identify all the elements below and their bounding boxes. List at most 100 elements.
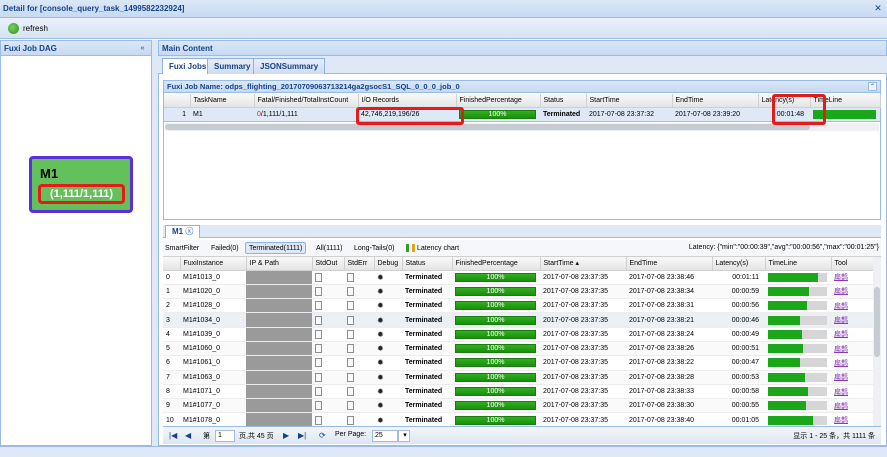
- col-header[interactable]: EndTime: [626, 257, 713, 271]
- table-row[interactable]: 3 M1#1034_0 ✹ Terminated 100% 2017-07-08 23:3…: [163, 312, 873, 328]
- reload-icon[interactable]: ⟳: [319, 431, 326, 440]
- col-header[interactable]: StartTime: [586, 94, 673, 108]
- bug-icon[interactable]: ✹: [377, 273, 384, 282]
- col-header[interactable]: Debug: [374, 257, 403, 271]
- tab-fuxi-jobs[interactable]: Fuxi Jobs: [162, 58, 214, 74]
- collapse-job-icon[interactable]: ⌃: [868, 82, 877, 91]
- tab-json-summary[interactable]: JSONSummary: [253, 58, 326, 74]
- col-header[interactable]: EndTime: [672, 94, 759, 108]
- table-row[interactable]: 0 M1#1013_0 ✹ Terminated 100% 2017-07-08 23:3…: [163, 270, 873, 285]
- filter-long-tails[interactable]: Long-Tails(0): [354, 243, 394, 255]
- bug-icon[interactable]: ✹: [377, 330, 384, 339]
- latency-chart-button[interactable]: Latency chart: [406, 243, 459, 255]
- stdout-icon[interactable]: [315, 315, 322, 325]
- col-header[interactable]: FinishedPercentage: [452, 257, 541, 271]
- col-header[interactable]: TaskName: [190, 94, 255, 108]
- bug-icon[interactable]: ✹: [377, 416, 384, 425]
- vertical-scrollbar[interactable]: [873, 257, 881, 426]
- tool-link[interactable]: 扁鹊: [834, 403, 848, 410]
- table-row[interactable]: 1 M1#1020_0 ✹ Terminated 100% 2017-07-08 23:3…: [163, 284, 873, 300]
- filter-terminated[interactable]: Terminated(1111): [245, 242, 307, 254]
- first-page-icon[interactable]: |◀: [169, 431, 177, 440]
- col-header[interactable]: Tool: [831, 257, 873, 271]
- col-header[interactable]: IP & Path: [246, 257, 313, 271]
- bug-icon[interactable]: ✹: [377, 401, 384, 410]
- col-header[interactable]: I/O Records: [358, 94, 457, 108]
- col-header[interactable]: Status: [540, 94, 587, 108]
- stderr-icon[interactable]: [347, 315, 354, 325]
- stdout-icon[interactable]: [315, 286, 322, 296]
- filter-smart[interactable]: SmartFilter: [165, 243, 199, 255]
- stderr-icon[interactable]: [347, 415, 354, 425]
- table-row[interactable]: 8 M1#1071_0 ✹ Terminated 100% 2017-07-08 23:3…: [163, 384, 873, 400]
- close-icon[interactable]: ✕: [872, 2, 884, 14]
- bug-icon[interactable]: ✹: [377, 301, 384, 310]
- stdout-icon[interactable]: [315, 415, 322, 425]
- filter-failed[interactable]: Failed(0): [211, 243, 239, 255]
- table-row[interactable]: 5 M1#1060_0 ✹ Terminated 100% 2017-07-08 23:3…: [163, 341, 873, 357]
- table-row[interactable]: 2 M1#1028_0 ✹ Terminated 100% 2017-07-08 23:3…: [163, 298, 873, 314]
- tool-link[interactable]: 扁鹊: [834, 346, 848, 353]
- stderr-icon[interactable]: [347, 286, 354, 296]
- col-header[interactable]: StdErr: [344, 257, 375, 271]
- stderr-icon[interactable]: [347, 372, 354, 382]
- stdout-icon[interactable]: [315, 358, 322, 368]
- tool-link[interactable]: 扁鹊: [834, 360, 848, 367]
- col-header[interactable]: StartTime ▴: [540, 257, 627, 271]
- table-row[interactable]: 7 M1#1063_0 ✹ Terminated 100% 2017-07-08 23:3…: [163, 370, 873, 385]
- bug-icon[interactable]: ✹: [377, 373, 384, 382]
- per-page-select[interactable]: 25: [372, 430, 398, 442]
- bug-icon[interactable]: ✹: [377, 316, 384, 325]
- page-input[interactable]: 1: [215, 430, 235, 442]
- tool-link[interactable]: 扁鹊: [834, 317, 848, 324]
- stdout-icon[interactable]: [315, 272, 322, 282]
- bug-icon[interactable]: ✹: [377, 387, 384, 396]
- tool-link[interactable]: 扁鹊: [834, 389, 848, 396]
- stdout-icon[interactable]: [315, 372, 322, 382]
- table-row[interactable]: 6 M1#1061_0 ✹ Terminated 100% 2017-07-08 23:3…: [163, 355, 873, 371]
- stderr-icon[interactable]: [347, 358, 354, 368]
- bug-icon[interactable]: ✹: [377, 344, 384, 353]
- collapse-left-icon[interactable]: «: [138, 44, 147, 53]
- stdout-icon[interactable]: [315, 329, 322, 339]
- tool-link[interactable]: 扁鹊: [834, 331, 848, 338]
- tool-link[interactable]: 扁鹊: [834, 417, 848, 424]
- table-row[interactable]: 9 M1#1077_0 ✹ Terminated 100% 2017-07-08 23:3…: [163, 398, 873, 414]
- last-page-icon[interactable]: ▶|: [298, 431, 306, 440]
- stdout-icon[interactable]: [315, 301, 322, 311]
- stderr-icon[interactable]: [347, 344, 354, 354]
- col-header[interactable]: StdOut: [312, 257, 345, 271]
- col-header[interactable]: Latency(s): [712, 257, 766, 271]
- stdout-icon[interactable]: [315, 344, 322, 354]
- col-header[interactable]: TimeLine: [765, 257, 832, 271]
- tool-link[interactable]: 扁鹊: [834, 274, 848, 281]
- prev-page-icon[interactable]: ◀: [185, 431, 191, 440]
- tool-link[interactable]: 扁鹊: [834, 374, 848, 381]
- stderr-icon[interactable]: [347, 272, 354, 282]
- stdout-icon[interactable]: [315, 387, 322, 397]
- tab-summary[interactable]: Summary: [207, 58, 258, 74]
- col-header[interactable]: FuxiInstance: [180, 257, 247, 271]
- stdout-icon[interactable]: [315, 401, 322, 411]
- col-header[interactable]: FinishedPercentage: [456, 94, 541, 108]
- stderr-icon[interactable]: [347, 329, 354, 339]
- horizontal-scrollbar[interactable]: [165, 123, 879, 131]
- next-page-icon[interactable]: ▶: [283, 431, 289, 440]
- dag-node-m1[interactable]: M1 (1,111/1,111): [29, 156, 133, 213]
- bug-icon[interactable]: ✹: [377, 287, 384, 296]
- table-row[interactable]: 10 M1#1078_0 ✹ Terminated 100% 2017-07-08 23:…: [163, 412, 873, 426]
- filter-all[interactable]: All(1111): [316, 243, 342, 255]
- stderr-icon[interactable]: [347, 401, 354, 411]
- stderr-icon[interactable]: [347, 301, 354, 311]
- tool-link[interactable]: 扁鹊: [834, 288, 848, 295]
- stderr-icon[interactable]: [347, 387, 354, 397]
- table-row[interactable]: 4 M1#1039_0 ✹ Terminated 100% 2017-07-08 23:3…: [163, 327, 873, 342]
- tab-m1[interactable]: M1 ⓧ: [165, 225, 201, 238]
- col-header[interactable]: Fatal/Finished/TotalInstCount: [254, 94, 359, 108]
- close-tab-icon[interactable]: ⓧ: [185, 227, 193, 236]
- chevron-down-icon[interactable]: ▾: [398, 430, 410, 442]
- refresh-button[interactable]: refresh: [8, 22, 48, 35]
- col-header[interactable]: Status: [402, 257, 453, 271]
- bug-icon[interactable]: ✹: [377, 358, 384, 367]
- tool-link[interactable]: 扁鹊: [834, 303, 848, 310]
